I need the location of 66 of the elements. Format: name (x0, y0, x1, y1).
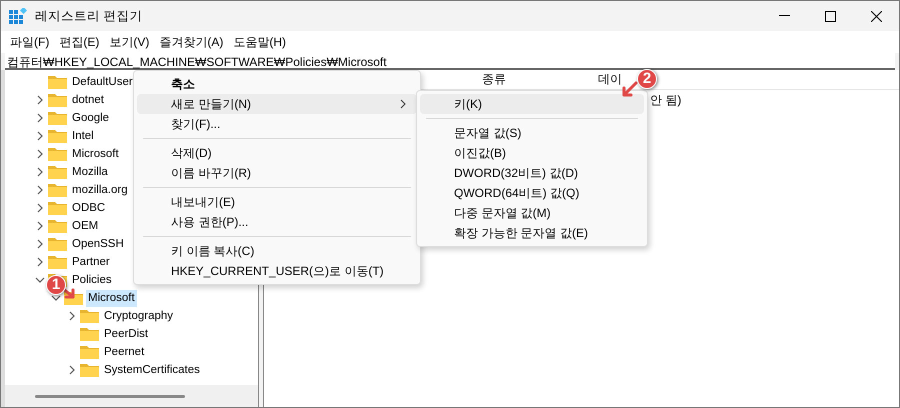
folder-icon (80, 363, 99, 377)
tree-item[interactable]: dotnet (70, 92, 106, 108)
menu-item[interactable]: 이름 바꾸기(R) (137, 163, 417, 183)
folder-icon (48, 93, 67, 107)
folder-icon (80, 345, 99, 359)
folder-icon (48, 255, 67, 269)
arrow-icon (622, 81, 638, 97)
folder-icon (48, 129, 67, 143)
menu-item[interactable]: 이진값(B) (420, 143, 644, 163)
tree-item[interactable]: Microsoft (70, 146, 121, 162)
tree-item[interactable]: Intel (70, 128, 96, 144)
menu-item[interactable]: QWORD(64비트) 값(Q) (420, 183, 644, 203)
tree-item[interactable]: OpenSSH (70, 236, 126, 252)
tree-item[interactable]: Policies (70, 272, 114, 288)
tree-item[interactable]: DefaultUser (70, 74, 135, 90)
tree-item[interactable]: Microsoft (86, 290, 137, 306)
table-cell-text: 안 됨) (650, 92, 682, 109)
menu-item[interactable]: 키(K) (420, 94, 644, 114)
scrollbar-thumb[interactable] (35, 394, 185, 398)
tree-item[interactable]: Cryptography (102, 308, 176, 324)
tree-item[interactable]: Mozilla (70, 164, 110, 180)
menu-item[interactable]: 다중 문자열 값(M) (420, 203, 644, 223)
tree-item[interactable]: PeerDist (102, 326, 150, 342)
menu-item[interactable]: 확장 가능한 문자열 값(E) (420, 223, 644, 243)
close-icon (870, 10, 882, 22)
menu-item[interactable]: 즐겨찾기(A) (154, 33, 228, 51)
folder-icon (48, 111, 67, 125)
tree-item[interactable]: Partner (70, 254, 112, 270)
horizontal-scrollbar[interactable] (5, 385, 258, 407)
folder-icon (48, 147, 67, 161)
folder-icon (48, 237, 67, 251)
menu-item[interactable]: HKEY_CURRENT_USER(으)로 이동(T) (137, 261, 417, 281)
minimize-icon (778, 15, 790, 17)
menu-item[interactable]: DWORD(32비트) 값(D) (420, 163, 644, 183)
folder-icon (48, 183, 67, 197)
menu-item[interactable]: 내보내기(E) (137, 192, 417, 212)
registry-icon (9, 8, 27, 24)
window-title: 레지스트리 편집기 (35, 8, 142, 25)
tree-item[interactable]: SystemCertificates (102, 362, 202, 378)
chevron-right-icon (399, 99, 407, 109)
folder-icon (48, 165, 67, 179)
folder-icon (80, 309, 99, 323)
menu-item[interactable]: 도움말(H) (228, 33, 291, 51)
tree-item[interactable]: Google (70, 110, 112, 126)
menu-item[interactable]: 사용 권한(P)... (137, 212, 417, 232)
tree-item[interactable]: OEM (70, 218, 100, 234)
folder-icon (48, 201, 67, 215)
folder-icon (48, 75, 67, 89)
folder-icon (48, 219, 67, 233)
menu-item[interactable]: 키 이름 복사(C) (137, 241, 417, 261)
menu-item[interactable]: 편집(E) (54, 33, 104, 51)
folder-icon (80, 327, 99, 341)
tree-item[interactable]: mozilla.org (70, 182, 130, 198)
menu-item[interactable]: 파일(F) (5, 33, 54, 51)
column-header[interactable]: 데이 (598, 72, 622, 86)
tree-item[interactable]: ODBC (70, 200, 108, 216)
tree-item[interactable]: Peernet (102, 344, 146, 360)
maximize-icon (824, 10, 836, 22)
menu-item[interactable]: 찾기(F)... (137, 114, 417, 134)
address-bar[interactable]: 컴퓨터₩HKEY_LOCAL_MACHINE₩SOFTWARE₩Policies₩Microsoft (5, 53, 895, 70)
menu-item[interactable]: 삭제(D) (137, 143, 417, 163)
menu-item[interactable]: 보기(V) (104, 33, 154, 51)
column-header[interactable]: 종류 (482, 72, 506, 86)
menu-item[interactable]: 문자열 값(S) (420, 123, 644, 143)
menu-item[interactable]: 축소 (137, 74, 417, 94)
menu-item[interactable]: 새로 만들기(N) (137, 94, 417, 114)
